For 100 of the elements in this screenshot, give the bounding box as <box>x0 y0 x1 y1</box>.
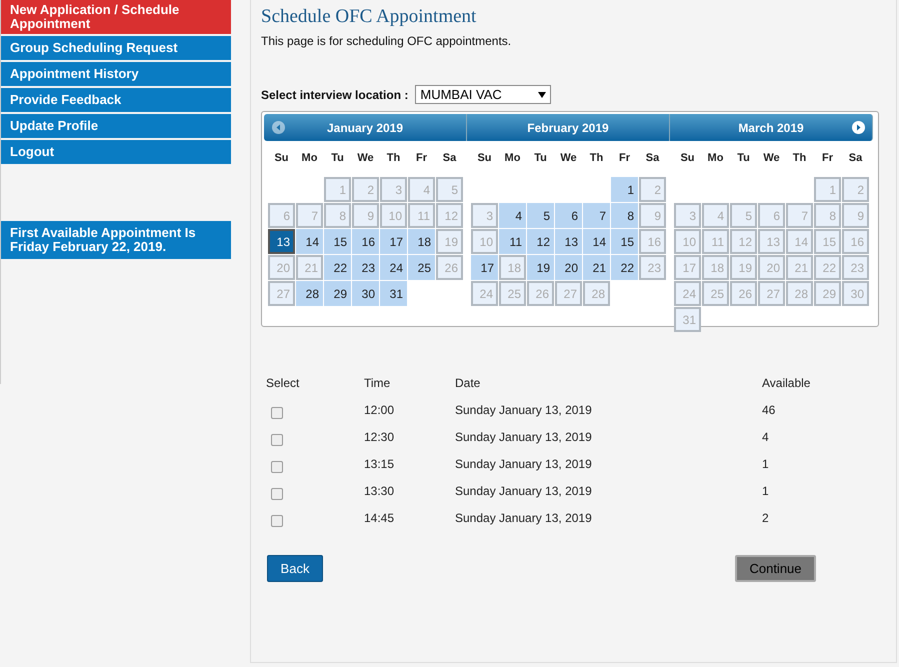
calendar-day: 19 <box>436 229 463 254</box>
calendar-day: 21 <box>786 255 813 280</box>
select-checkbox[interactable] <box>271 514 283 526</box>
table-cell-text: 4 <box>762 428 770 446</box>
sidebar-item[interactable]: Logout <box>1 140 231 164</box>
calendar-day[interactable]: 12 <box>527 229 554 254</box>
calendar-day: 26 <box>527 281 554 306</box>
table-cell-text: 13:15 <box>364 456 396 472</box>
calendar-day[interactable]: 24 <box>380 255 407 280</box>
weekday-label: We <box>559 151 578 166</box>
first-appointment-notice: First Available Appointment Is Friday February 22, 2019. <box>1 221 231 259</box>
calendar-day: 8 <box>814 203 841 228</box>
weekday-label: Mo <box>300 151 318 166</box>
calendar-day: 2 <box>842 177 869 202</box>
calendar-day: 5 <box>436 177 463 202</box>
weekday-label: Tu <box>736 151 751 166</box>
calendar-day[interactable]: 15 <box>611 229 638 254</box>
weekday-label: Th <box>386 151 402 166</box>
calendar-day[interactable]: 22 <box>324 255 351 280</box>
calendar-day: 7 <box>296 203 323 228</box>
sidebar-item[interactable]: Update Profile <box>1 114 231 138</box>
weekday-label: We <box>762 151 781 166</box>
calendar-day: 27 <box>555 281 582 306</box>
weekday-label: Tu <box>330 151 345 166</box>
select-checkbox[interactable] <box>271 488 283 500</box>
sidebar-item[interactable]: Appointment History <box>1 62 231 86</box>
calendar-day[interactable]: 28 <box>296 281 323 306</box>
calendar-day[interactable]: 23 <box>352 255 379 280</box>
calendar-day: 19 <box>730 255 757 280</box>
calendar-day: 27 <box>758 281 785 306</box>
calendar-day: 28 <box>583 281 610 306</box>
sidebar-item[interactable]: Provide Feedback <box>1 88 231 112</box>
select-checkbox[interactable] <box>271 460 283 472</box>
calendar-day: 13 <box>758 229 785 254</box>
calendar-day[interactable]: 7 <box>583 203 610 228</box>
calendar-day: 3 <box>674 203 701 228</box>
calendar-day: 4 <box>408 177 435 202</box>
calendar-day: 3 <box>380 177 407 202</box>
calendar-day[interactable]: 16 <box>352 229 379 254</box>
table-cell-text: Sunday January 13, 2019 <box>455 402 593 418</box>
calendar-day: 24 <box>471 281 498 306</box>
sidebar-item[interactable]: Group Scheduling Request <box>1 36 231 60</box>
weekday-label: Fr <box>821 151 834 166</box>
calendar-day[interactable]: 29 <box>324 281 351 306</box>
calendar-day: 9 <box>639 203 666 228</box>
calendar-day[interactable]: 6 <box>555 203 582 228</box>
calendar-day: 14 <box>786 229 813 254</box>
page-subtitle: This page is for scheduling OFC appointments. <box>261 33 512 50</box>
calendar-day[interactable]: 21 <box>583 255 610 280</box>
calendar-day: 26 <box>436 255 463 280</box>
weekday-label: We <box>356 151 375 166</box>
weekday-label: Mo <box>504 151 522 166</box>
calendar-day: 12 <box>730 229 757 254</box>
calendar-day: 11 <box>702 229 729 254</box>
calendar-day[interactable]: 30 <box>352 281 379 306</box>
location-label: Select interview location : <box>261 86 408 104</box>
calendar-day[interactable]: 18 <box>408 229 435 254</box>
calendar-day: 10 <box>380 203 407 228</box>
calendar-day: 20 <box>758 255 785 280</box>
calendar-day[interactable]: 8 <box>611 203 638 228</box>
month-header: January 2019 <box>264 114 467 141</box>
calendar-day[interactable]: 31 <box>380 281 407 306</box>
calendar-day[interactable]: 17 <box>471 255 498 280</box>
calendar-day: 25 <box>499 281 526 306</box>
location-dropdown[interactable]: MUMBAI VAC <box>415 85 552 104</box>
table-cell-text: Sunday January 13, 2019 <box>455 510 593 526</box>
next-month-icon[interactable] <box>852 121 865 134</box>
calendar-day: 25 <box>702 281 729 306</box>
calendar-day[interactable]: 17 <box>380 229 407 254</box>
calendar-day[interactable]: 5 <box>527 203 554 228</box>
calendar-day[interactable]: 13 <box>268 229 295 254</box>
calendar-day[interactable]: 25 <box>408 255 435 280</box>
calendar-day[interactable]: 1 <box>611 177 638 202</box>
calendar-day: 4 <box>702 203 729 228</box>
table-cell-text: 13:30 <box>364 482 396 500</box>
calendar-day[interactable]: 15 <box>324 229 351 254</box>
weekday-label: Th <box>588 151 604 166</box>
calendar-day[interactable]: 11 <box>499 229 526 254</box>
calendar-day[interactable]: 19 <box>527 255 554 280</box>
calendar-day[interactable]: 22 <box>611 255 638 280</box>
back-button[interactable]: Back <box>267 555 323 582</box>
calendar-day[interactable]: 13 <box>555 229 582 254</box>
weekday-label: Sa <box>442 151 458 166</box>
continue-button[interactable]: Continue <box>735 555 816 582</box>
calendar-day[interactable]: 20 <box>555 255 582 280</box>
weekday-label: Mo <box>706 151 724 166</box>
select-checkbox[interactable] <box>271 406 283 418</box>
weekday-label: Fr <box>618 151 631 166</box>
weekday-label: Su <box>679 151 696 166</box>
calendar-day[interactable]: 14 <box>296 229 323 254</box>
calendar-day: 1 <box>324 177 351 202</box>
calendar-day[interactable]: 4 <box>499 203 526 228</box>
select-checkbox[interactable] <box>271 434 283 446</box>
table-cell-text: Sunday January 13, 2019 <box>455 482 593 500</box>
calendar-day: 17 <box>674 255 701 280</box>
sidebar-item[interactable]: New Application / Schedule Appointment <box>1 0 231 34</box>
table-cell-text: 12:30 <box>364 428 396 446</box>
calendar-day: 30 <box>842 281 869 306</box>
calendar-day[interactable]: 14 <box>583 229 610 254</box>
table-cell-text: 12:00 <box>364 402 396 418</box>
